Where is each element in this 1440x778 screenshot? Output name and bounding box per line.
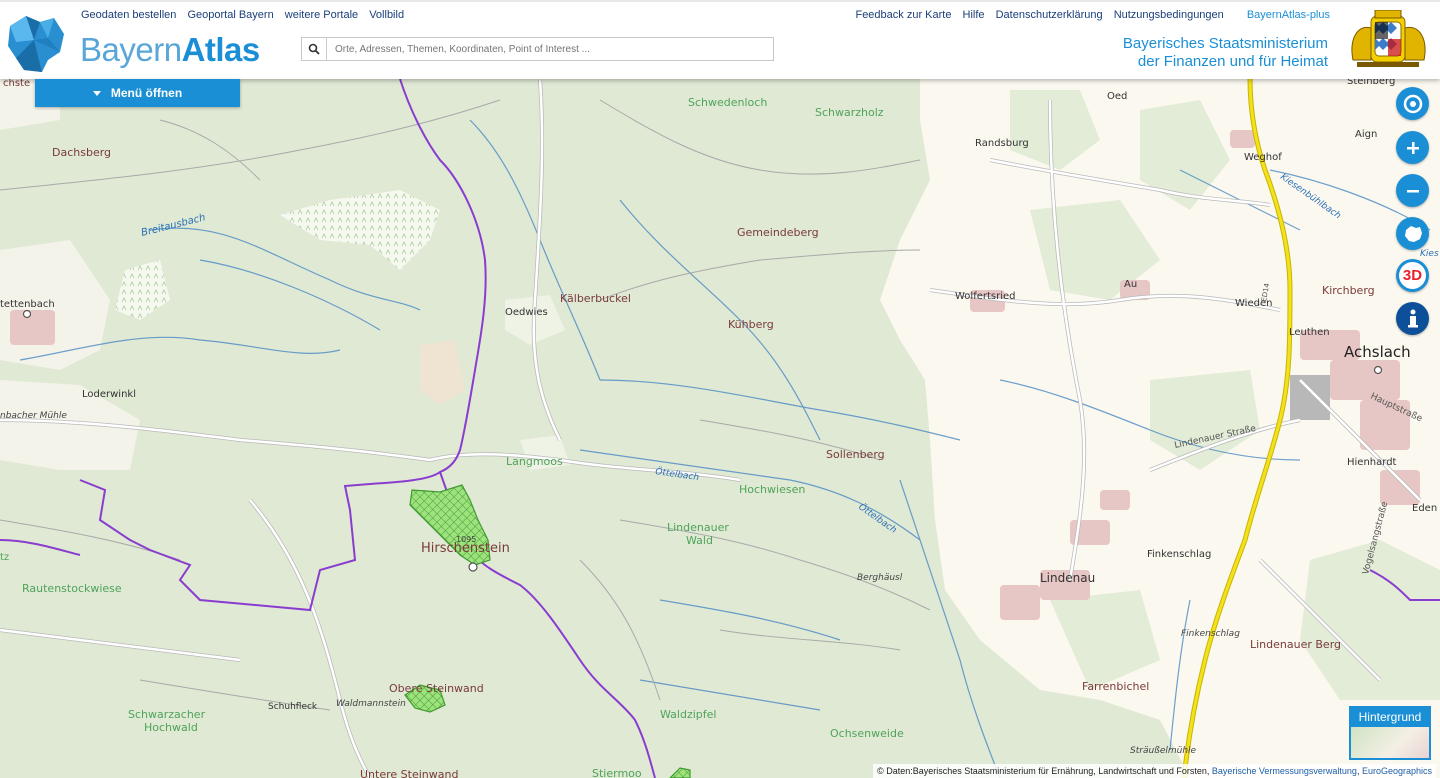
label-kies: Kies (1420, 249, 1439, 259)
link-nutzungsbedingungen[interactable]: Nutzungsbedingungen (1114, 9, 1224, 21)
label-finkenschlag-2: Finkenschlag (1181, 629, 1240, 639)
search-bar[interactable] (301, 37, 774, 61)
label-au: Au (1124, 279, 1137, 290)
zoom-out-button[interactable] (1396, 174, 1429, 207)
label-schwarzacher-1: Schwarzacher (128, 708, 206, 721)
caret-down-icon (92, 90, 101, 96)
label-randsburg: Randsburg (975, 138, 1029, 149)
link-hilfe[interactable]: Hilfe (963, 9, 985, 21)
label-hienhardt: Hienhardt (1347, 457, 1397, 468)
label-lindenau: Lindenau (1040, 571, 1095, 585)
label-ochsenweide: Ochsenweide (830, 727, 904, 740)
label-hirschenstein: Hirschenstein (421, 541, 510, 556)
menu-open-button[interactable]: Menü öffnen (35, 79, 240, 107)
link-feedback[interactable]: Feedback zur Karte (855, 9, 951, 21)
label-schuhfleck: Schuhfleck (268, 702, 318, 712)
label-leuthen: Leuthen (1289, 327, 1330, 338)
map-canvas[interactable]: chste Dachsberg Schwedenloch Schwarzholz… (0, 0, 1440, 778)
locate-icon (1403, 94, 1422, 113)
link-vollbild[interactable]: Vollbild (369, 9, 404, 21)
label-untere-steinwand: Untere Steinwand (360, 768, 458, 778)
logo-light: Bayern (80, 31, 182, 68)
label-lindenauer-wald-1: Lindenauer (667, 521, 729, 534)
bavaria-icon (1404, 225, 1422, 242)
label-kaelberbuckel: Kälberbuckel (560, 292, 631, 305)
label-schwarzholz: Schwarzholz (815, 106, 884, 119)
map-attribution: © Daten:Bayerisches Staatsministerium fü… (873, 764, 1436, 778)
label-hochste: chste (3, 78, 30, 89)
label-gemeindeberg: Gemeindeberg (737, 226, 819, 239)
label-stiermoos: Stiermoo (592, 767, 642, 778)
background-switcher[interactable]: Hintergrund (1349, 706, 1431, 760)
label-kuehberg: Kühberg (728, 318, 774, 331)
label-waldmannstein: Waldmannstein (336, 699, 406, 709)
background-thumbnail (1351, 727, 1429, 758)
bayernatlas-logo-icon[interactable] (4, 12, 68, 76)
label-straesselmuehle: Sträußelmühle (1130, 746, 1197, 756)
label-obere-steinwand: Obere Steinwand (389, 682, 484, 695)
ministry-line-1: Bayerisches Staatsministerium (1122, 35, 1328, 52)
label-schwarzacher-2: Hochwald (144, 721, 198, 734)
place-marker (1373, 365, 1383, 375)
link-datenschutz[interactable]: Datenschutzerklärung (996, 9, 1103, 21)
label-muehle: nbacher Mühle (0, 411, 67, 421)
label-aign: Aign (1355, 129, 1377, 140)
header-links-left: Geodaten bestellen Geoportal Bayern weit… (81, 9, 412, 21)
ministry-line-2: der Finanzen und für Heimat (1137, 53, 1328, 70)
app-header: BayernAtlas Geodaten bestellen Geoportal… (0, 0, 1440, 79)
zoom-out-icon (1406, 189, 1419, 192)
label-stettenbach: tettenbach (0, 299, 55, 310)
label-oed: Oed (1107, 91, 1127, 102)
label-farrenbichel: Farrenbichel (1082, 680, 1149, 693)
label-langmoos: Langmoos (506, 455, 563, 468)
bayernatlas-logo-text[interactable]: BayernAtlas (80, 31, 260, 69)
ministry-title[interactable]: Bayerisches Staatsministerium der Finanz… (1123, 35, 1328, 71)
background-switcher-label: Hintergrund (1351, 708, 1429, 727)
attribution-link-vermessung[interactable]: Bayerische Vermessungsverwaltung (1212, 766, 1357, 776)
search-input[interactable] (333, 42, 767, 56)
label-weghof: Weghof (1244, 152, 1282, 163)
zoom-in-button[interactable] (1396, 131, 1429, 164)
link-geodaten-bestellen[interactable]: Geodaten bestellen (81, 9, 176, 21)
label-wolfertsried: Wolfertsried (955, 291, 1016, 302)
label-sollenberg: Sollenberg (826, 448, 885, 461)
label-dachsberg: Dachsberg (52, 146, 111, 159)
industrial-area (1290, 375, 1330, 420)
zoom-in-icon (1406, 141, 1419, 154)
search-icon[interactable] (302, 38, 327, 60)
label-hochwiesen: Hochwiesen (739, 483, 805, 496)
label-lindenauer-berg: Lindenauer Berg (1250, 638, 1341, 651)
bavaria-extent-button[interactable] (1396, 217, 1429, 250)
label-lindenauer-wald-2: Wald (686, 534, 713, 547)
summit-marker (468, 562, 478, 572)
link-bayernatlas-plus[interactable]: BayernAtlas-plus (1247, 9, 1330, 21)
label-oedwies: Oedwies (505, 307, 548, 318)
menu-open-label: Menü öffnen (110, 86, 183, 100)
label-loderwinkl: Loderwinkl (82, 389, 136, 400)
attribution-text: © Daten:Bayerisches Staatsministerium fü… (877, 766, 1212, 776)
label-eden: Eden (1412, 503, 1437, 514)
link-weitere-portale[interactable]: weitere Portale (285, 9, 358, 21)
attribution-link-eurogeographics[interactable]: EuroGeographics (1362, 766, 1432, 776)
place-marker (22, 309, 32, 319)
label-finkenschlag-1: Finkenschlag (1147, 549, 1211, 560)
3d-button[interactable]: 3D (1396, 259, 1429, 292)
label-berghaeusl: Berghäusl (857, 573, 903, 583)
info-button[interactable] (1396, 302, 1429, 335)
label-rautenstockwiese: Rautenstockwiese (22, 582, 122, 595)
label-waldzipfel: Waldzipfel (660, 708, 716, 721)
label-schwedenloch: Schwedenloch (688, 96, 767, 109)
3d-icon: 3D (1399, 262, 1426, 289)
info-icon (1407, 309, 1418, 327)
header-links-right: Feedback zur Karte Hilfe Datenschutzerkl… (855, 9, 1330, 21)
label-tz: tz (0, 552, 9, 563)
logo-bold: Atlas (181, 31, 261, 68)
locate-button[interactable] (1396, 87, 1429, 120)
link-geoportal-bayern[interactable]: Geoportal Bayern (187, 9, 273, 21)
label-achslach: Achslach (1344, 343, 1411, 361)
bavarian-crest-icon (1351, 10, 1426, 67)
label-kirchberg: Kirchberg (1322, 284, 1375, 297)
